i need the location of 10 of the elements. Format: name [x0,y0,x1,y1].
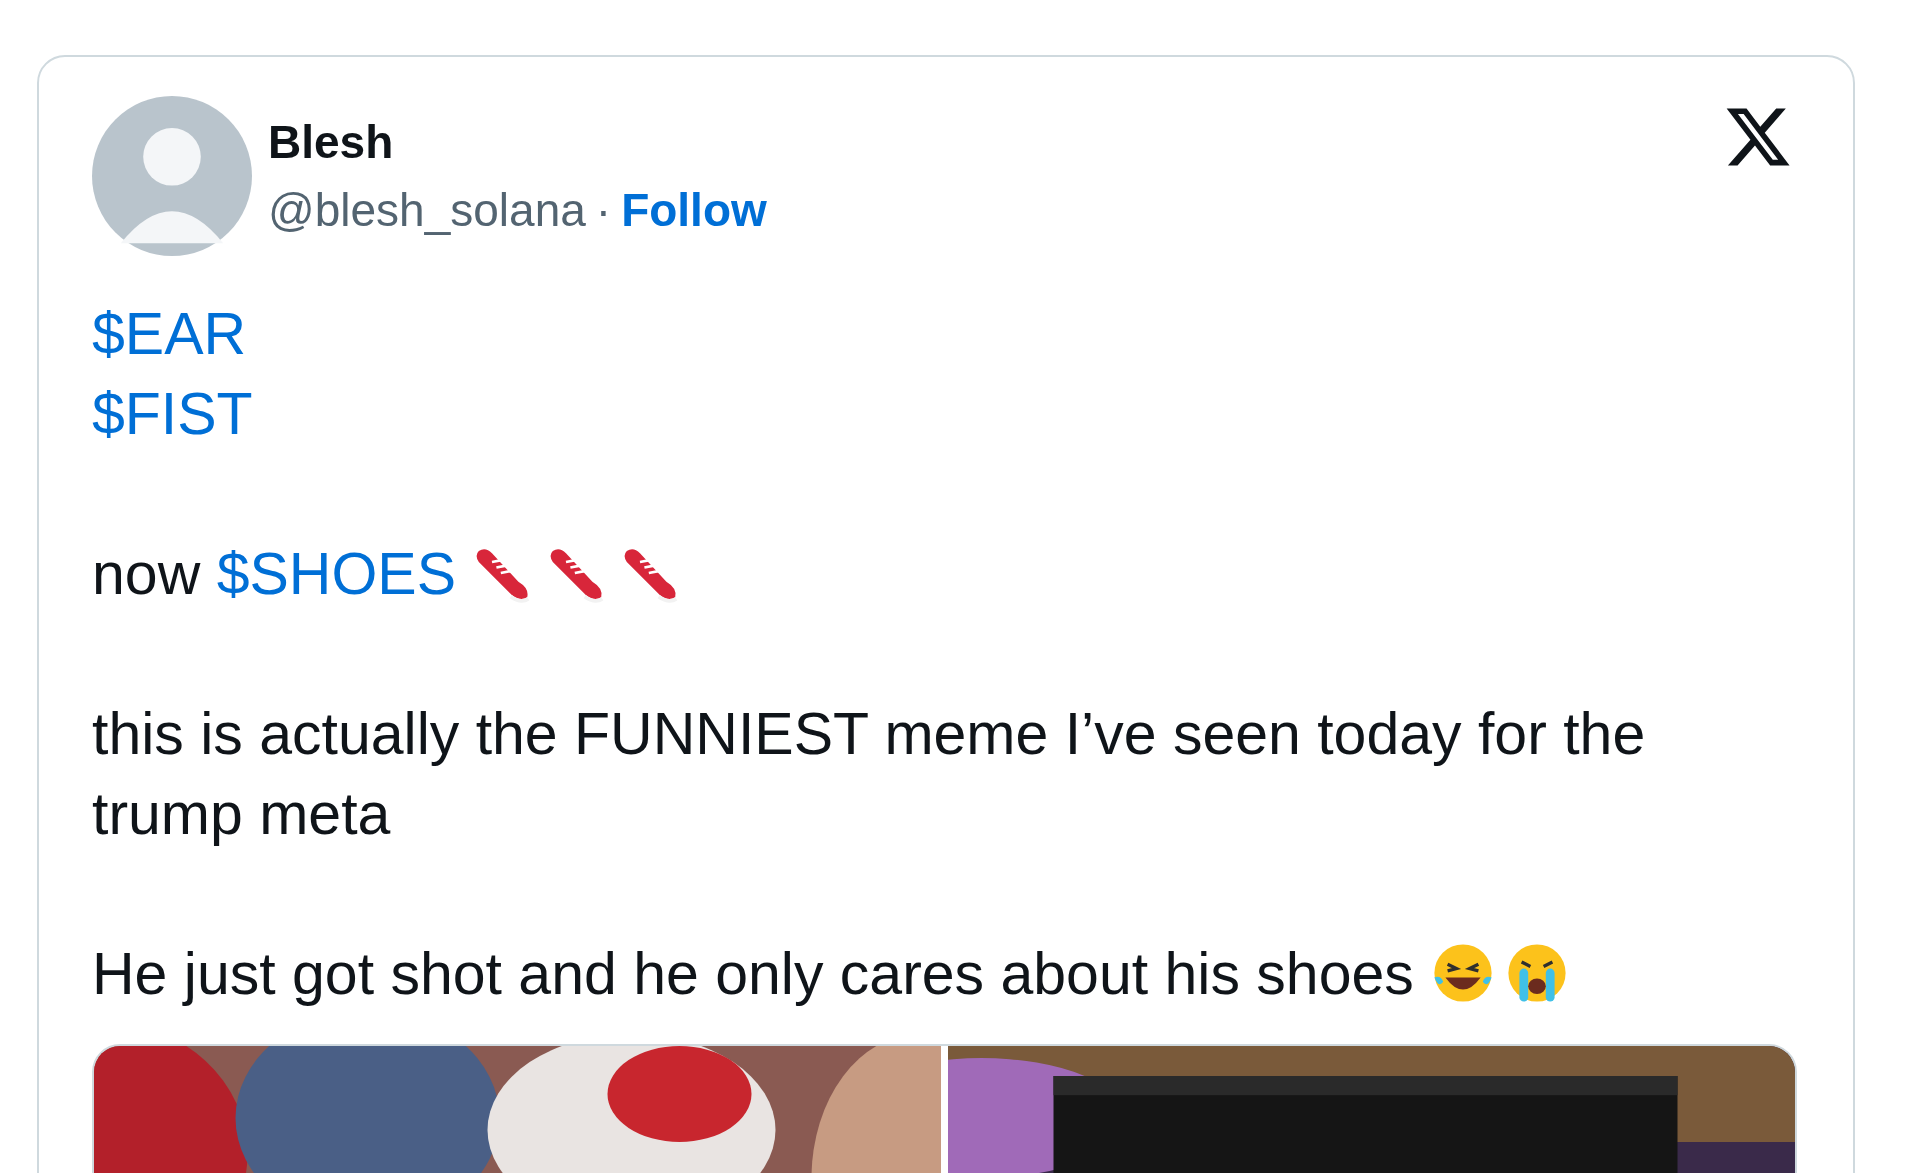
author-name[interactable]: Blesh [268,115,1703,169]
follow-link[interactable]: Follow [621,183,767,237]
post-text: now $SHOES [92,534,1797,614]
post-text: this is actually the FUNNIEST meme I’ve seen today for the trump meta [92,700,1647,849]
author-handle[interactable]: @blesh_solana [268,183,586,237]
cashtag-link[interactable]: $EAR [92,301,247,367]
cashtag-link[interactable]: $SHOES [216,541,456,607]
separator: · [595,183,612,237]
cashtag-link[interactable]: $FIST [92,381,253,447]
post-text: He just got shot and he only cares about his shoes [92,934,1797,1014]
